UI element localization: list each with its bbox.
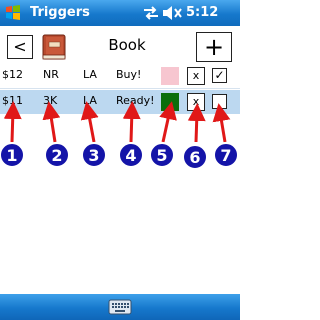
callout-7-label: 7 [220,146,231,165]
app-title: Triggers [30,5,90,20]
page-title: Book [108,36,146,54]
callout-4-label: 4 [125,146,136,165]
action-cell: Ready! [116,94,155,107]
enabled-checkbox[interactable]: ✓ [212,68,227,83]
bottom-menu-bar [0,294,240,320]
callout-5: 5 [149,101,177,168]
callout-3-label: 3 [88,146,99,165]
table-row[interactable]: $11 3K LA Ready! x [0,90,240,114]
keyboard-icon[interactable] [108,298,132,316]
add-button[interactable]: + [196,32,232,62]
table-row[interactable]: $12 NR LA Buy! x ✓ [0,64,240,88]
speaker-muted-icon[interactable] [162,5,182,21]
callout-6: 6 [182,103,208,170]
delete-button[interactable]: x [187,93,205,111]
code-cell: 3K [43,94,58,107]
callout-1-label: 1 [6,146,17,165]
callout-1: 1 [0,101,25,168]
price-cell: $11 [2,94,23,107]
row-divider [0,88,240,89]
callout-2-label: 2 [51,146,62,165]
enabled-checkbox[interactable] [212,94,227,109]
color-swatch[interactable] [161,93,179,111]
connectivity-arrows-icon[interactable] [142,5,160,21]
callout-7: 7 [212,103,239,168]
delete-button[interactable]: x [187,67,205,85]
callout-3: 3 [80,101,107,168]
location-cell: LA [83,68,97,81]
color-swatch[interactable] [161,67,179,85]
screen: Triggers 5:12 < Book + $12 NR LA Buy! x … [0,0,240,320]
clock[interactable]: 5:12 [186,5,218,20]
action-cell: Buy! [116,68,142,81]
callout-6-label: 6 [189,148,200,167]
callout-2: 2 [42,101,70,168]
price-cell: $12 [2,68,23,81]
callout-5-label: 5 [156,146,167,165]
location-cell: LA [83,94,97,107]
title-bar: Triggers 5:12 [0,0,240,26]
back-button[interactable]: < [7,35,33,59]
code-cell: NR [43,68,59,81]
book-icon [42,34,66,60]
callout-4: 4 [118,101,144,168]
windows-flag-icon[interactable] [4,4,22,22]
